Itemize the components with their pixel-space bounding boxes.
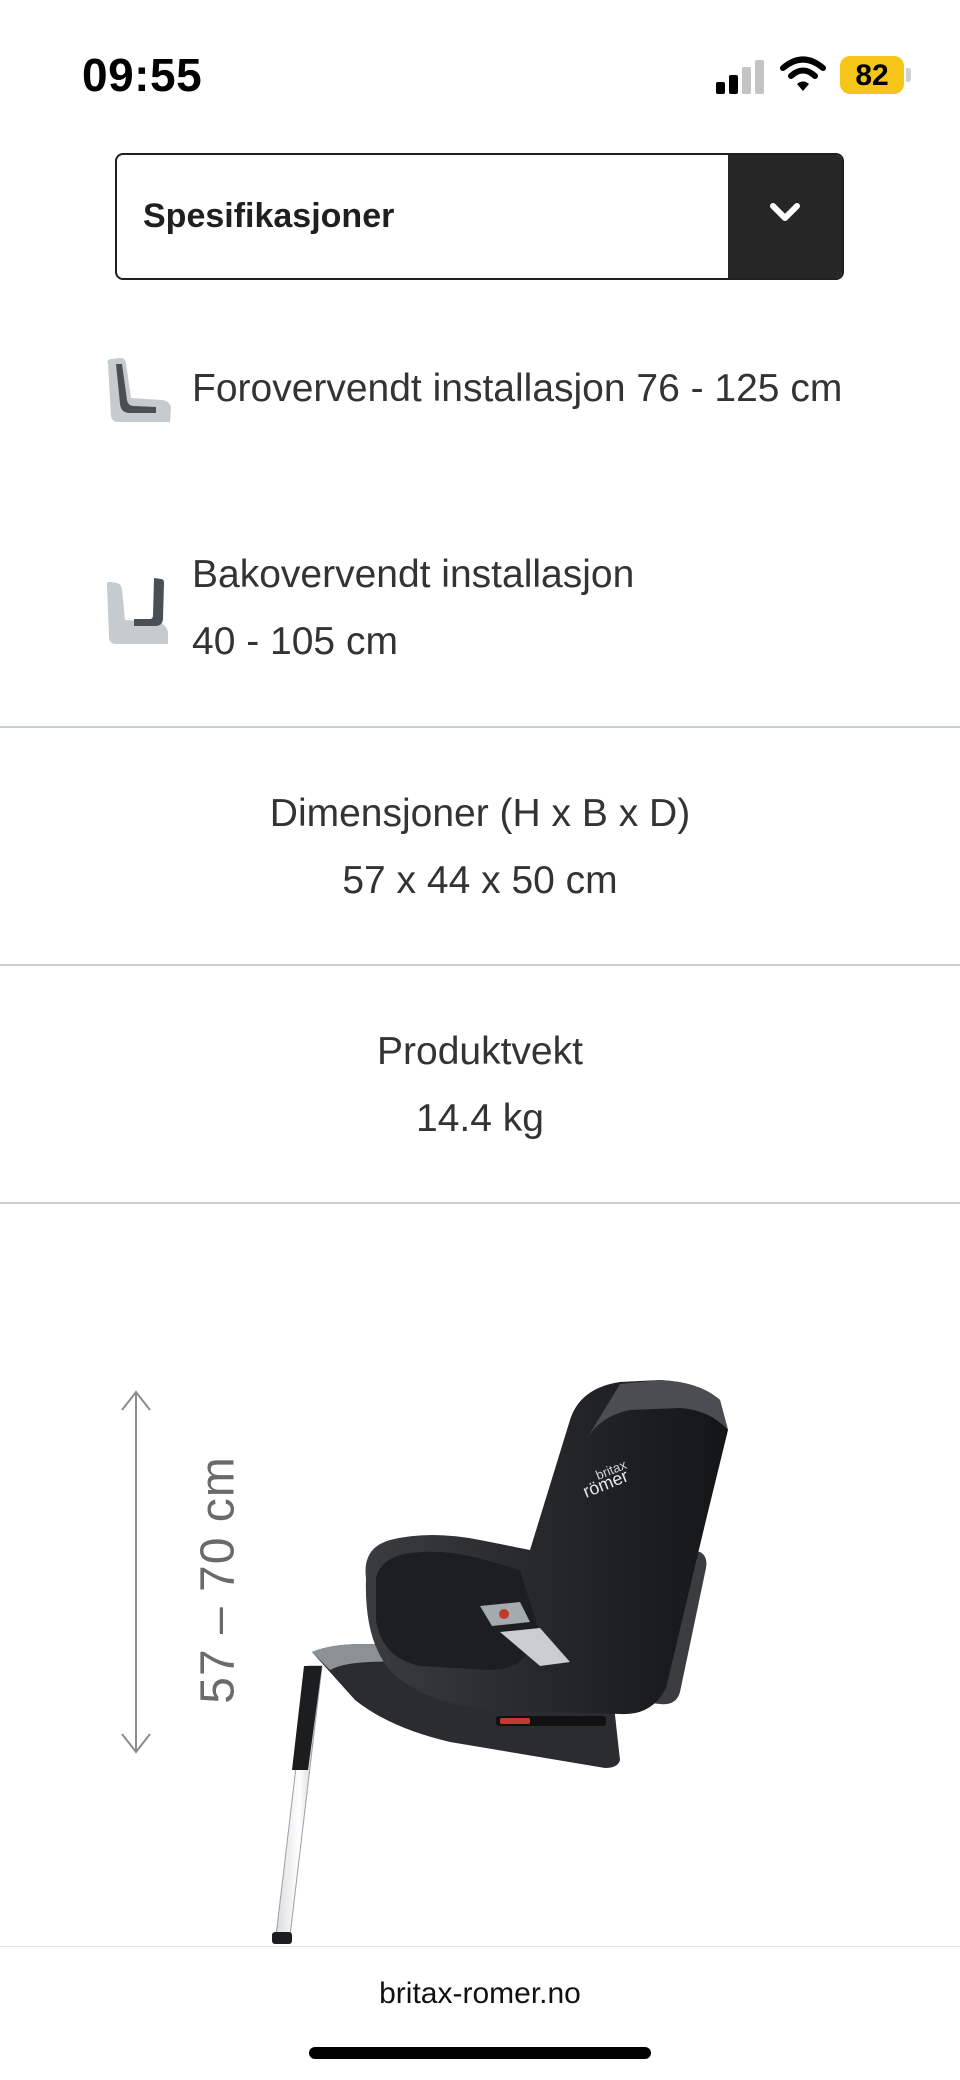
url-text[interactable]: britax-romer.no xyxy=(0,1977,960,2011)
specs-dropdown[interactable]: Spesifikasjoner xyxy=(115,153,844,280)
forward-facing-seat-icon xyxy=(107,358,171,422)
browser-url-bar[interactable]: britax-romer.no xyxy=(0,1946,960,2080)
height-arrow xyxy=(121,1390,151,1754)
dropdown-toggle-button[interactable] xyxy=(728,155,842,278)
dimensions-label: Dimensjoner (H x B x D) xyxy=(269,792,691,835)
spec-rear-line2: 40 - 105 cm xyxy=(192,620,398,663)
dimensions-value: 57 x 44 x 50 cm xyxy=(342,859,618,902)
rear-facing-seat-icon xyxy=(106,578,168,644)
divider xyxy=(0,1202,960,1204)
weight-label: Produktvekt xyxy=(377,1030,583,1073)
divider xyxy=(0,964,960,966)
status-bar: 09:55 82 xyxy=(0,0,960,150)
dimensions-block: Dimensjoner (H x B x D) 57 x 44 x 50 cm xyxy=(0,780,960,914)
weight-block: Produktvekt 14.4 kg xyxy=(0,1018,960,1152)
divider xyxy=(0,726,960,728)
status-time: 09:55 xyxy=(82,49,203,101)
home-indicator[interactable] xyxy=(309,2047,651,2059)
signal-icon xyxy=(716,60,764,94)
wifi-icon xyxy=(780,56,826,91)
battery-level: 82 xyxy=(855,59,889,92)
spec-forward-text: Forovervendt installasjon 76 - 125 cm xyxy=(192,367,843,410)
height-range-label: 57 – 70 cm xyxy=(191,1456,245,1704)
support-leg xyxy=(272,1665,323,1944)
battery-icon: 82 xyxy=(840,56,911,94)
weight-value: 14.4 kg xyxy=(416,1097,544,1140)
chevron-down-icon xyxy=(770,203,800,221)
dropdown-selected-label: Spesifikasjoner xyxy=(143,197,395,235)
spec-rear-line1: Bakovervendt installasjon xyxy=(192,553,635,596)
battery-cap xyxy=(906,68,911,82)
